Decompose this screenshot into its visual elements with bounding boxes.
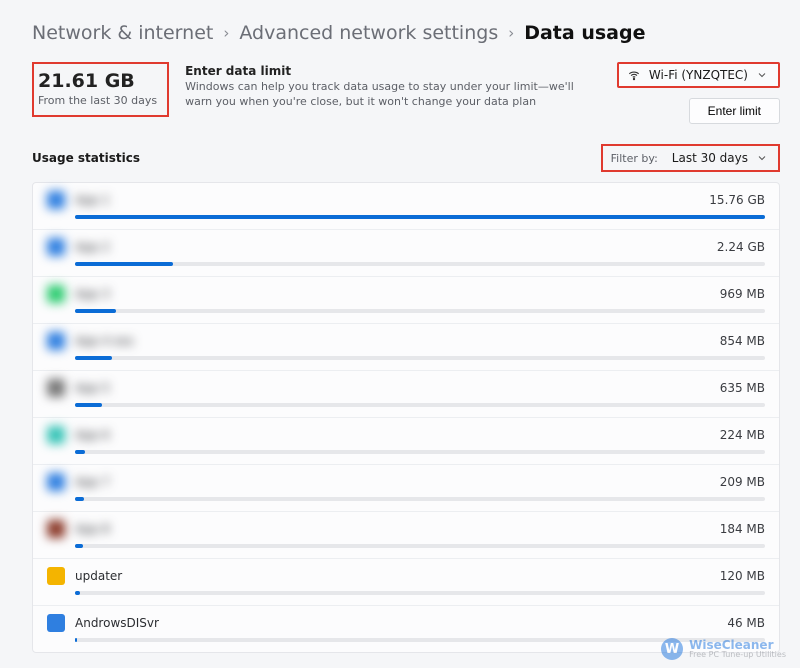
app-usage: 184 MB [720,522,765,536]
usage-row: App 5 635 MB [33,371,779,418]
app-name: AndrowsDISvr [75,616,717,630]
usage-list: App 115.76 GBApp 22.24 GBApp 3969 MBApp … [32,182,780,653]
usage-row: App 6 224 MB [33,418,779,465]
watermark: W WiseCleaner Free PC Tune-up Utilities [661,638,786,660]
app-icon [47,332,65,350]
usage-bar-fill [75,497,84,501]
watermark-tag: Free PC Tune-up Utilities [689,651,786,659]
breadcrumb: Network & internet › Advanced network se… [32,22,780,44]
usage-row: App 2 2.24 GB [33,230,779,277]
usage-bar [75,450,765,454]
usage-bar [75,403,765,407]
filter-group: Filter by: Last 30 days [601,144,780,172]
chevron-down-icon [756,152,768,164]
app-icon [47,426,65,444]
usage-bar-fill [75,591,80,595]
app-name: updater [75,569,710,583]
usage-bar-fill [75,403,102,407]
chevron-right-icon: › [223,24,229,42]
usage-bar [75,215,765,219]
app-usage: 969 MB [720,287,765,301]
usage-bar-fill [75,356,112,360]
app-usage: 854 MB [720,334,765,348]
usage-bar-fill [75,450,85,454]
app-name: App 6 [75,428,710,442]
app-usage: 209 MB [720,475,765,489]
enter-limit-button[interactable]: Enter limit [689,98,780,124]
watermark-logo-icon: W [661,638,683,660]
data-limit-desc: Windows can help you track data usage to… [185,80,601,110]
app-icon [47,238,65,256]
app-name: App 7 [75,475,710,489]
filter-value: Last 30 days [672,151,748,165]
usage-statistics-label: Usage statistics [32,151,140,165]
app-icon [47,520,65,538]
usage-bar [75,591,765,595]
app-usage: 2.24 GB [717,240,765,254]
app-name: App 8 [75,522,710,536]
data-limit-title: Enter data limit [185,64,601,78]
usage-bar-fill [75,262,173,266]
app-usage: 15.76 GB [709,193,765,207]
app-icon [47,567,65,585]
usage-bar-fill [75,544,83,548]
usage-row: App 3 969 MB [33,277,779,324]
app-icon [47,285,65,303]
total-usage-value: 21.61 GB [38,70,157,92]
app-usage: 120 MB [720,569,765,583]
usage-bar-fill [75,309,116,313]
usage-row: App 4 ess 854 MB [33,324,779,371]
breadcrumb-root[interactable]: Network & internet [32,22,213,44]
app-icon [47,379,65,397]
app-name: App 4 ess [75,334,710,348]
usage-bar [75,356,765,360]
total-usage-subtext: From the last 30 days [38,94,157,107]
usage-bar-fill [75,638,77,642]
app-usage: 635 MB [720,381,765,395]
usage-row: updater 120 MB [33,559,779,606]
usage-bar-fill [75,215,765,219]
usage-bar [75,544,765,548]
app-name: App 3 [75,287,710,301]
total-usage-box: 21.61 GB From the last 30 days [32,62,169,117]
chevron-right-icon: › [508,24,514,42]
data-limit-block: Enter data limit Windows can help you tr… [185,62,601,110]
app-icon [47,473,65,491]
usage-row: App 1 15.76 GB [33,183,779,230]
app-icon [47,614,65,632]
app-name: App 2 [75,240,707,254]
usage-row: App 8 184 MB [33,512,779,559]
app-name: App 1 [75,193,699,207]
filter-selector[interactable]: Last 30 days [668,149,772,167]
network-label: Wi-Fi (YNZQTEC) [649,68,748,82]
filter-by-label: Filter by: [611,152,658,165]
app-usage: 224 MB [720,428,765,442]
app-usage: 46 MB [727,616,765,630]
chevron-down-icon [756,69,768,81]
breadcrumb-mid[interactable]: Advanced network settings [239,22,498,44]
usage-bar [75,309,765,313]
wifi-icon [627,68,641,82]
network-selector[interactable]: Wi-Fi (YNZQTEC) [617,62,780,88]
breadcrumb-current: Data usage [524,22,645,44]
usage-bar [75,262,765,266]
usage-row: App 7 209 MB [33,465,779,512]
app-name: App 5 [75,381,710,395]
usage-bar [75,497,765,501]
app-icon [47,191,65,209]
